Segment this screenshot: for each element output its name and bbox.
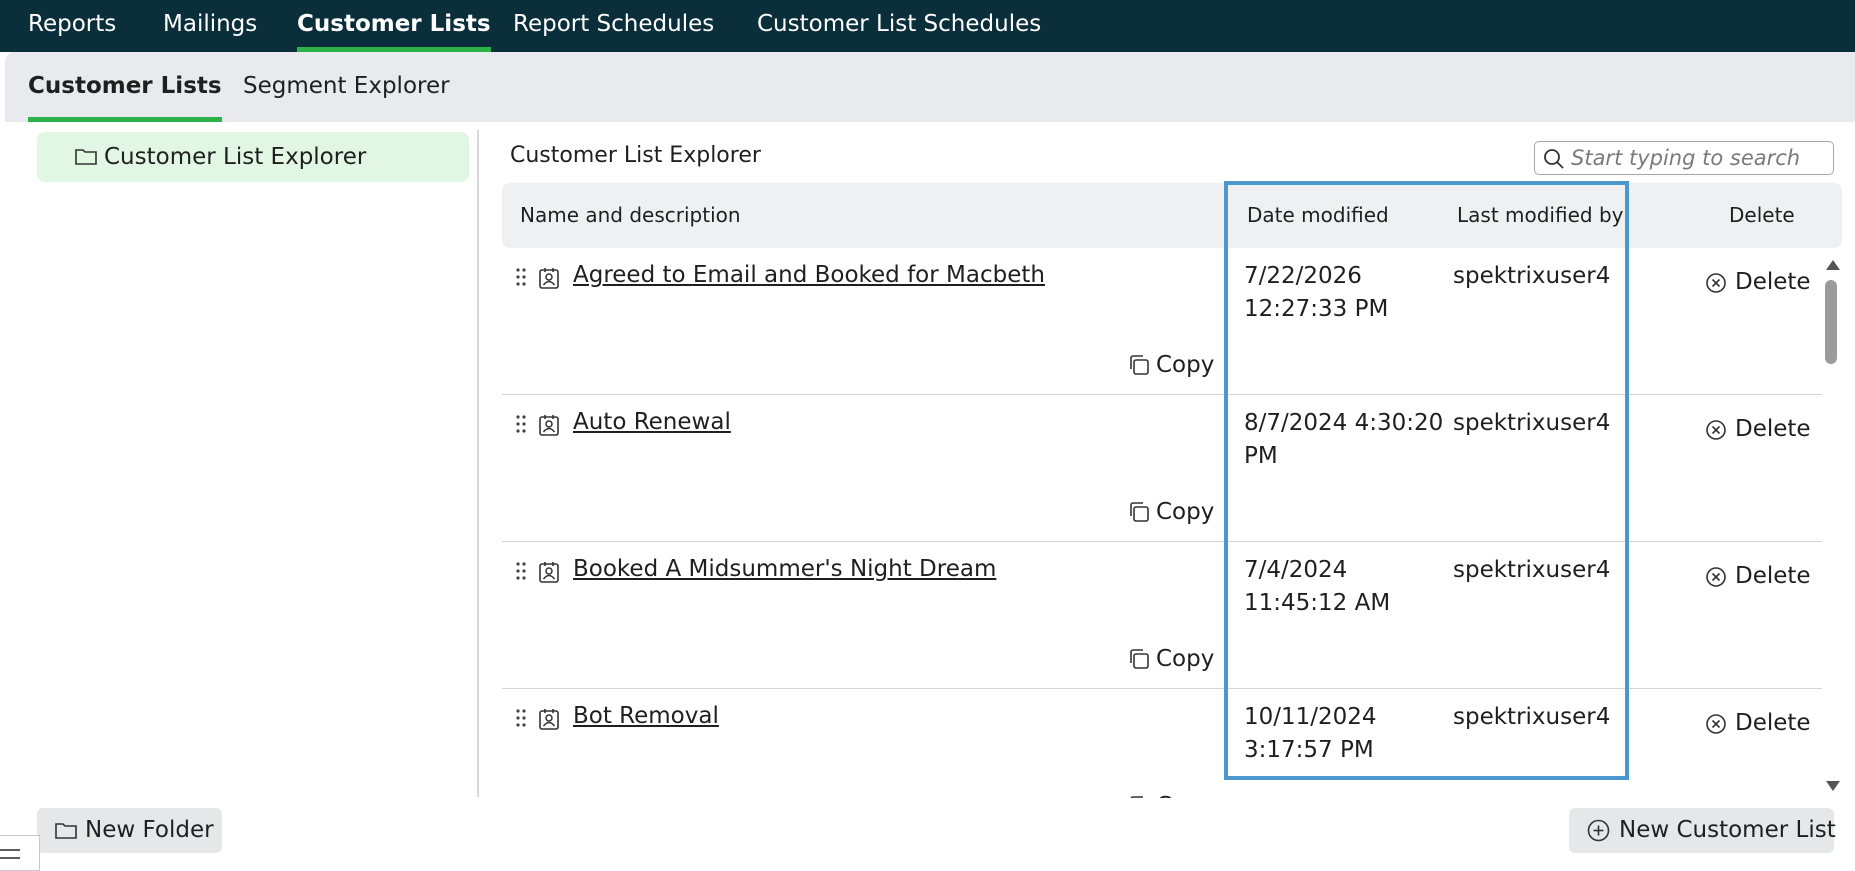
table-row: Auto Renewal Copy 8/7/2024 4:30:20 PM sp…	[502, 395, 1822, 542]
close-circle-icon	[1706, 714, 1726, 734]
date-modified: 8/7/2024 4:30:20 PM	[1244, 410, 1444, 469]
drag-handle-icon[interactable]	[516, 268, 526, 286]
search-input[interactable]: Start typing to search	[1534, 141, 1834, 175]
folder-icon	[75, 149, 97, 165]
customer-list-link[interactable]: Auto Renewal	[573, 409, 731, 435]
tab-segment-explorer[interactable]: Segment Explorer	[243, 52, 450, 122]
delete-label: Delete	[1735, 710, 1811, 736]
customer-list-link[interactable]: Bot Removal	[573, 703, 719, 729]
search-placeholder: Start typing to search	[1571, 146, 1801, 170]
table-scrollbar[interactable]	[1822, 258, 1842, 793]
copy-icon	[1130, 355, 1149, 375]
drag-handle-icon[interactable]	[516, 415, 526, 433]
tab-customer-lists[interactable]: Customer Lists	[28, 52, 222, 122]
copy-label: Copy	[1156, 499, 1215, 525]
date-modified: 7/4/2024 11:45:12 AM	[1244, 557, 1391, 616]
delete-button[interactable]: Delete	[1705, 414, 1811, 444]
folder-icon	[55, 823, 77, 839]
search-icon	[1544, 149, 1564, 169]
table-row: Bot Removal Copy 10/11/2024 3:17:57 PM s…	[502, 689, 1822, 798]
delete-label: Delete	[1735, 563, 1811, 589]
menu-toggle[interactable]	[0, 835, 40, 871]
delete-button[interactable]: Delete	[1705, 561, 1811, 591]
customer-list-link[interactable]: Agreed to Email and Booked for Macbeth	[573, 262, 1045, 288]
nav-reports[interactable]: Reports	[28, 0, 116, 52]
tree-item-customer-list-explorer[interactable]: Customer List Explorer	[37, 132, 469, 182]
delete-label: Delete	[1735, 269, 1811, 295]
last-modified-by: spektrixuser4	[1453, 410, 1611, 436]
delete-label: Delete	[1735, 416, 1811, 442]
last-modified-by: spektrixuser4	[1453, 263, 1611, 289]
sub-tab-bar: Customer Lists Segment Explorer	[5, 52, 1855, 122]
copy-button[interactable]: Copy	[1126, 496, 1218, 528]
copy-button[interactable]: Copy	[1126, 790, 1218, 798]
copy-button[interactable]: Copy	[1126, 643, 1218, 675]
new-folder-button[interactable]: New Folder	[37, 808, 222, 853]
tree-item-label: Customer List Explorer	[104, 144, 367, 170]
table-row: Agreed to Email and Booked for Macbeth C…	[502, 248, 1822, 395]
date-modified: 7/22/2026 12:27:33 PM	[1244, 263, 1389, 322]
customer-list-icon	[539, 268, 559, 289]
hamburger-icon	[0, 849, 20, 859]
header-delete: Delete	[1729, 203, 1795, 227]
scroll-up-arrow-icon[interactable]	[1826, 260, 1840, 270]
close-circle-icon	[1706, 420, 1726, 440]
header-last-modified-by[interactable]: Last modified by	[1457, 183, 1623, 248]
folder-tree-panel: Customer List Explorer	[0, 122, 478, 797]
copy-icon	[1130, 649, 1149, 669]
customer-list-link[interactable]: Booked A Midsummer's Night Dream	[573, 556, 996, 582]
scroll-down-arrow-icon[interactable]	[1826, 781, 1840, 791]
delete-button[interactable]: Delete	[1705, 708, 1811, 738]
copy-label: Copy	[1156, 646, 1215, 672]
header-name[interactable]: Name and description	[520, 183, 741, 248]
copy-icon	[1130, 502, 1149, 522]
nav-customer-lists[interactable]: Customer Lists	[297, 0, 491, 52]
drag-handle-icon[interactable]	[516, 562, 526, 580]
new-folder-label: New Folder	[85, 817, 214, 843]
plus-circle-icon	[1587, 819, 1610, 842]
copy-label: Copy	[1156, 352, 1215, 378]
customer-list-table: Agreed to Email and Booked for Macbeth C…	[502, 248, 1822, 798]
nav-report-schedules[interactable]: Report Schedules	[513, 0, 714, 52]
new-customer-list-button[interactable]: New Customer List	[1569, 808, 1836, 853]
date-modified: 10/11/2024 3:17:57 PM	[1244, 704, 1377, 763]
last-modified-by: spektrixuser4	[1453, 557, 1611, 583]
nav-mailings[interactable]: Mailings	[163, 0, 257, 52]
close-circle-icon	[1706, 567, 1726, 587]
table-row: Booked A Midsummer's Night Dream Copy 7/…	[502, 542, 1822, 689]
copy-icon	[1130, 796, 1143, 798]
close-circle-icon	[1706, 273, 1726, 293]
drag-handle-icon[interactable]	[516, 709, 526, 727]
top-navigation: Reports Mailings Customer Lists Report S…	[0, 0, 1855, 52]
customer-list-icon	[539, 415, 559, 436]
copy-label: Copy	[1156, 793, 1214, 798]
nav-customer-list-schedules[interactable]: Customer List Schedules	[757, 0, 1041, 52]
delete-button[interactable]: Delete	[1705, 267, 1811, 297]
panel-divider	[477, 130, 479, 797]
customer-list-icon	[539, 562, 559, 583]
page-title: Customer List Explorer	[510, 143, 761, 168]
customer-list-icon	[539, 709, 559, 730]
new-customer-list-label: New Customer List	[1619, 817, 1836, 843]
table-header: Name and description Date modified Last …	[502, 183, 1842, 248]
copy-button[interactable]: Copy	[1126, 349, 1218, 381]
scrollbar-thumb[interactable]	[1825, 280, 1837, 364]
last-modified-by: spektrixuser4	[1453, 704, 1611, 730]
header-date-modified[interactable]: Date modified	[1247, 183, 1389, 248]
